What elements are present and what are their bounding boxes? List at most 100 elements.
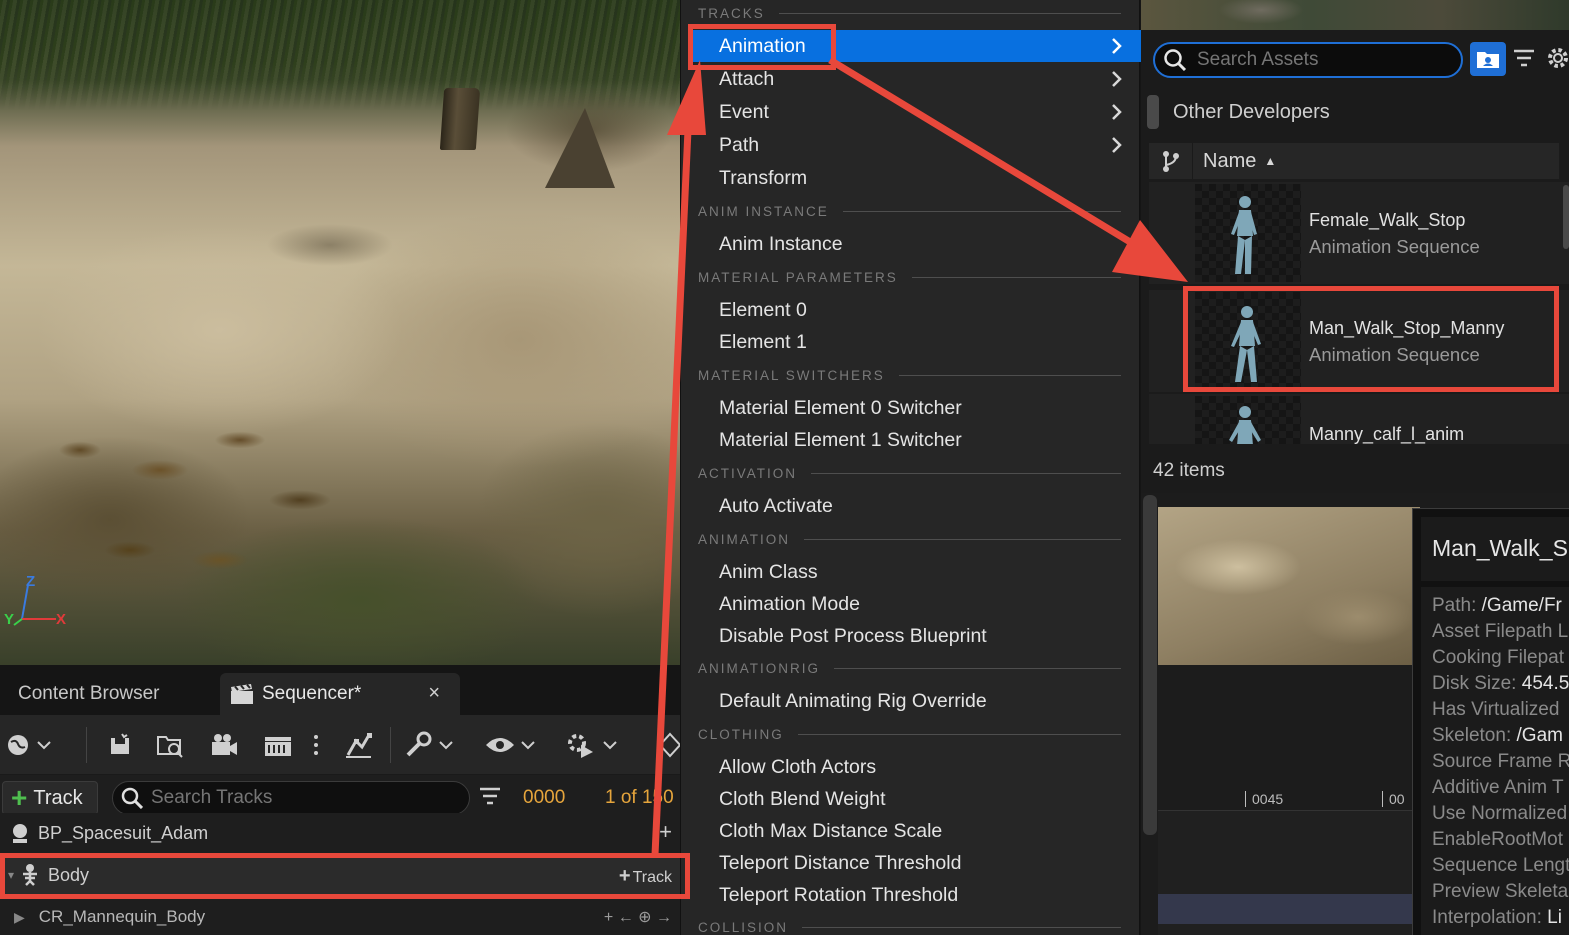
menu-item-cloth-max-distance[interactable]: Cloth Max Distance Scale (689, 815, 1141, 847)
section-label: CLOTHING (698, 726, 784, 742)
chevron-right-icon (1112, 71, 1122, 87)
menu-item-anim-instance[interactable]: Anim Instance (689, 228, 1141, 260)
track-row-body[interactable]: ▾ Body + Track (0, 855, 680, 895)
filter-icon[interactable] (1512, 47, 1536, 69)
track-search-input[interactable] (151, 787, 451, 809)
timeline-ruler[interactable]: 0045 00 (1158, 783, 1420, 811)
tooltip-line: Sequence Lengt (1432, 855, 1569, 876)
collapse-arrow-icon[interactable]: ▾ (8, 868, 14, 882)
key-navigation-icons[interactable]: + ← ⊕ → (604, 907, 672, 927)
menu-item-label: Event (719, 100, 769, 123)
column-header[interactable]: Name ▲ (1149, 143, 1559, 179)
camera-icon[interactable] (206, 727, 242, 763)
menu-item-cloth-blend-weight[interactable]: Cloth Blend Weight (689, 783, 1141, 815)
menu-scrollbar[interactable] (1143, 495, 1157, 835)
chevron-down-icon[interactable] (510, 727, 546, 763)
menu-item-label: Cloth Max Distance Scale (719, 819, 943, 842)
curve-editor-icon[interactable] (340, 727, 376, 763)
level-viewport[interactable]: Z Y X (0, 0, 680, 665)
chevron-down-icon[interactable] (26, 727, 62, 763)
tooltip-title: Man_Walk_S (1421, 517, 1569, 581)
add-icon[interactable]: + (659, 819, 672, 845)
current-frame[interactable]: 0000 (523, 787, 565, 809)
filter-icon[interactable] (478, 785, 502, 807)
tooltip-line: Preview Skeleta (1432, 881, 1569, 902)
tooltip-line: Has Virtualized (1432, 699, 1560, 720)
menu-item-disable-post-process[interactable]: Disable Post Process Blueprint (689, 620, 1141, 652)
path-marker (1147, 95, 1159, 129)
menu-section-header: MATERIAL SWITCHERS (698, 365, 1121, 385)
column-name-label: Name (1203, 149, 1257, 172)
section-label: MATERIAL SWITCHERS (698, 367, 885, 383)
frame-range: 1 of 150 (605, 787, 674, 808)
source-control-icon[interactable] (1149, 143, 1193, 179)
menu-item-animation-mode[interactable]: Animation Mode (689, 588, 1141, 620)
asset-search-input[interactable] (1197, 49, 1447, 71)
menu-item-label: Allow Cloth Actors (719, 755, 877, 778)
menu-item-anim-class[interactable]: Anim Class (689, 556, 1141, 588)
render-movie-icon[interactable] (260, 727, 296, 763)
close-icon[interactable]: × (428, 682, 440, 705)
menu-item-default-rig-override[interactable]: Default Animating Rig Override (689, 685, 1141, 717)
save-sequence-icon[interactable] (102, 727, 138, 763)
asset-row[interactable]: Female_Walk_Stop Animation Sequence (1149, 182, 1569, 284)
folder-icon[interactable] (1470, 42, 1506, 76)
menu-item-event[interactable]: Event (689, 96, 1141, 128)
menu-section-header: ANIMATION (698, 529, 1121, 549)
add-track-inline-button[interactable]: + Track (619, 865, 672, 888)
background-viewport-strip (1141, 0, 1569, 30)
asset-type: Animation Sequence (1309, 344, 1480, 365)
track-row-control-rig[interactable]: ▶ CR_Mannequin_Body + ← ⊕ → (0, 897, 680, 935)
sort-ascending-icon[interactable]: ▲ (1264, 154, 1276, 168)
mannequin-thumbnail (1195, 396, 1301, 444)
tooltip-line: Interpolation: Li (1432, 907, 1562, 928)
menu-section-header: COLLISION (698, 917, 1121, 935)
section-label: ANIMATION (698, 531, 790, 547)
menu-item-label: Auto Activate (719, 494, 833, 517)
menu-item-label: Anim Instance (719, 232, 843, 255)
asset-row[interactable]: Manny_calf_l_anim (1149, 394, 1569, 444)
menu-item-path[interactable]: Path (689, 129, 1141, 161)
menu-item-element-1[interactable]: Element 1 (689, 326, 1141, 358)
grass (0, 0, 680, 110)
menu-item-attach[interactable]: Attach (689, 63, 1141, 95)
gear-icon[interactable] (1546, 46, 1569, 70)
more-options-icon[interactable] (298, 727, 334, 763)
menu-item-transform[interactable]: Transform (689, 162, 1141, 194)
breadcrumb[interactable]: Other Developers (1147, 94, 1569, 130)
menu-item-material-switcher-0[interactable]: Material Element 0 Switcher (689, 392, 1141, 424)
expand-arrow-icon[interactable]: ▶ (14, 909, 25, 926)
tooltip-line: EnableRootMot (1432, 829, 1563, 850)
browse-folder-icon[interactable] (152, 727, 188, 763)
asset-type: Animation Sequence (1309, 236, 1480, 257)
section-label: ANIM INSTANCE (698, 203, 829, 219)
search-icon (121, 787, 143, 809)
section-label: ACTIVATION (698, 465, 798, 481)
tab-content-browser[interactable]: Content Browser (0, 673, 160, 715)
toolbar-divider (86, 727, 87, 763)
menu-item-label: Element 0 (719, 298, 807, 321)
tooltip-line: Additive Anim T (1432, 777, 1564, 798)
menu-item-element-0[interactable]: Element 0 (689, 294, 1141, 326)
add-track-button[interactable]: + Track (2, 781, 98, 815)
tab-bar: Content Browser Sequencer* × (0, 665, 680, 715)
menu-item-auto-activate[interactable]: Auto Activate (689, 490, 1141, 522)
chevron-down-icon[interactable] (428, 727, 464, 763)
menu-item-label: Disable Post Process Blueprint (719, 624, 987, 647)
menu-item-label: Animation Mode (719, 592, 860, 615)
track-search-box[interactable] (112, 781, 470, 815)
menu-item-label: Material Element 1 Switcher (719, 428, 962, 451)
plus-icon: + (11, 782, 28, 813)
chevron-down-icon[interactable] (592, 727, 628, 763)
scrollbar[interactable] (1563, 185, 1569, 249)
menu-item-teleport-distance[interactable]: Teleport Distance Threshold (689, 847, 1141, 879)
rock (545, 108, 615, 188)
tab-sequencer[interactable]: Sequencer* × (220, 673, 460, 715)
menu-item-teleport-rotation[interactable]: Teleport Rotation Threshold (689, 879, 1141, 911)
menu-item-material-switcher-1[interactable]: Material Element 1 Switcher (689, 424, 1141, 456)
asset-search-box[interactable] (1153, 42, 1463, 78)
track-row-actor[interactable]: BP_Spacesuit_Adam + (0, 813, 680, 853)
menu-item-animation[interactable]: Animation (689, 30, 1141, 62)
asset-row-selected[interactable]: Man_Walk_Stop_Manny Animation Sequence (1149, 290, 1569, 392)
menu-item-allow-cloth-actors[interactable]: Allow Cloth Actors (689, 751, 1141, 783)
